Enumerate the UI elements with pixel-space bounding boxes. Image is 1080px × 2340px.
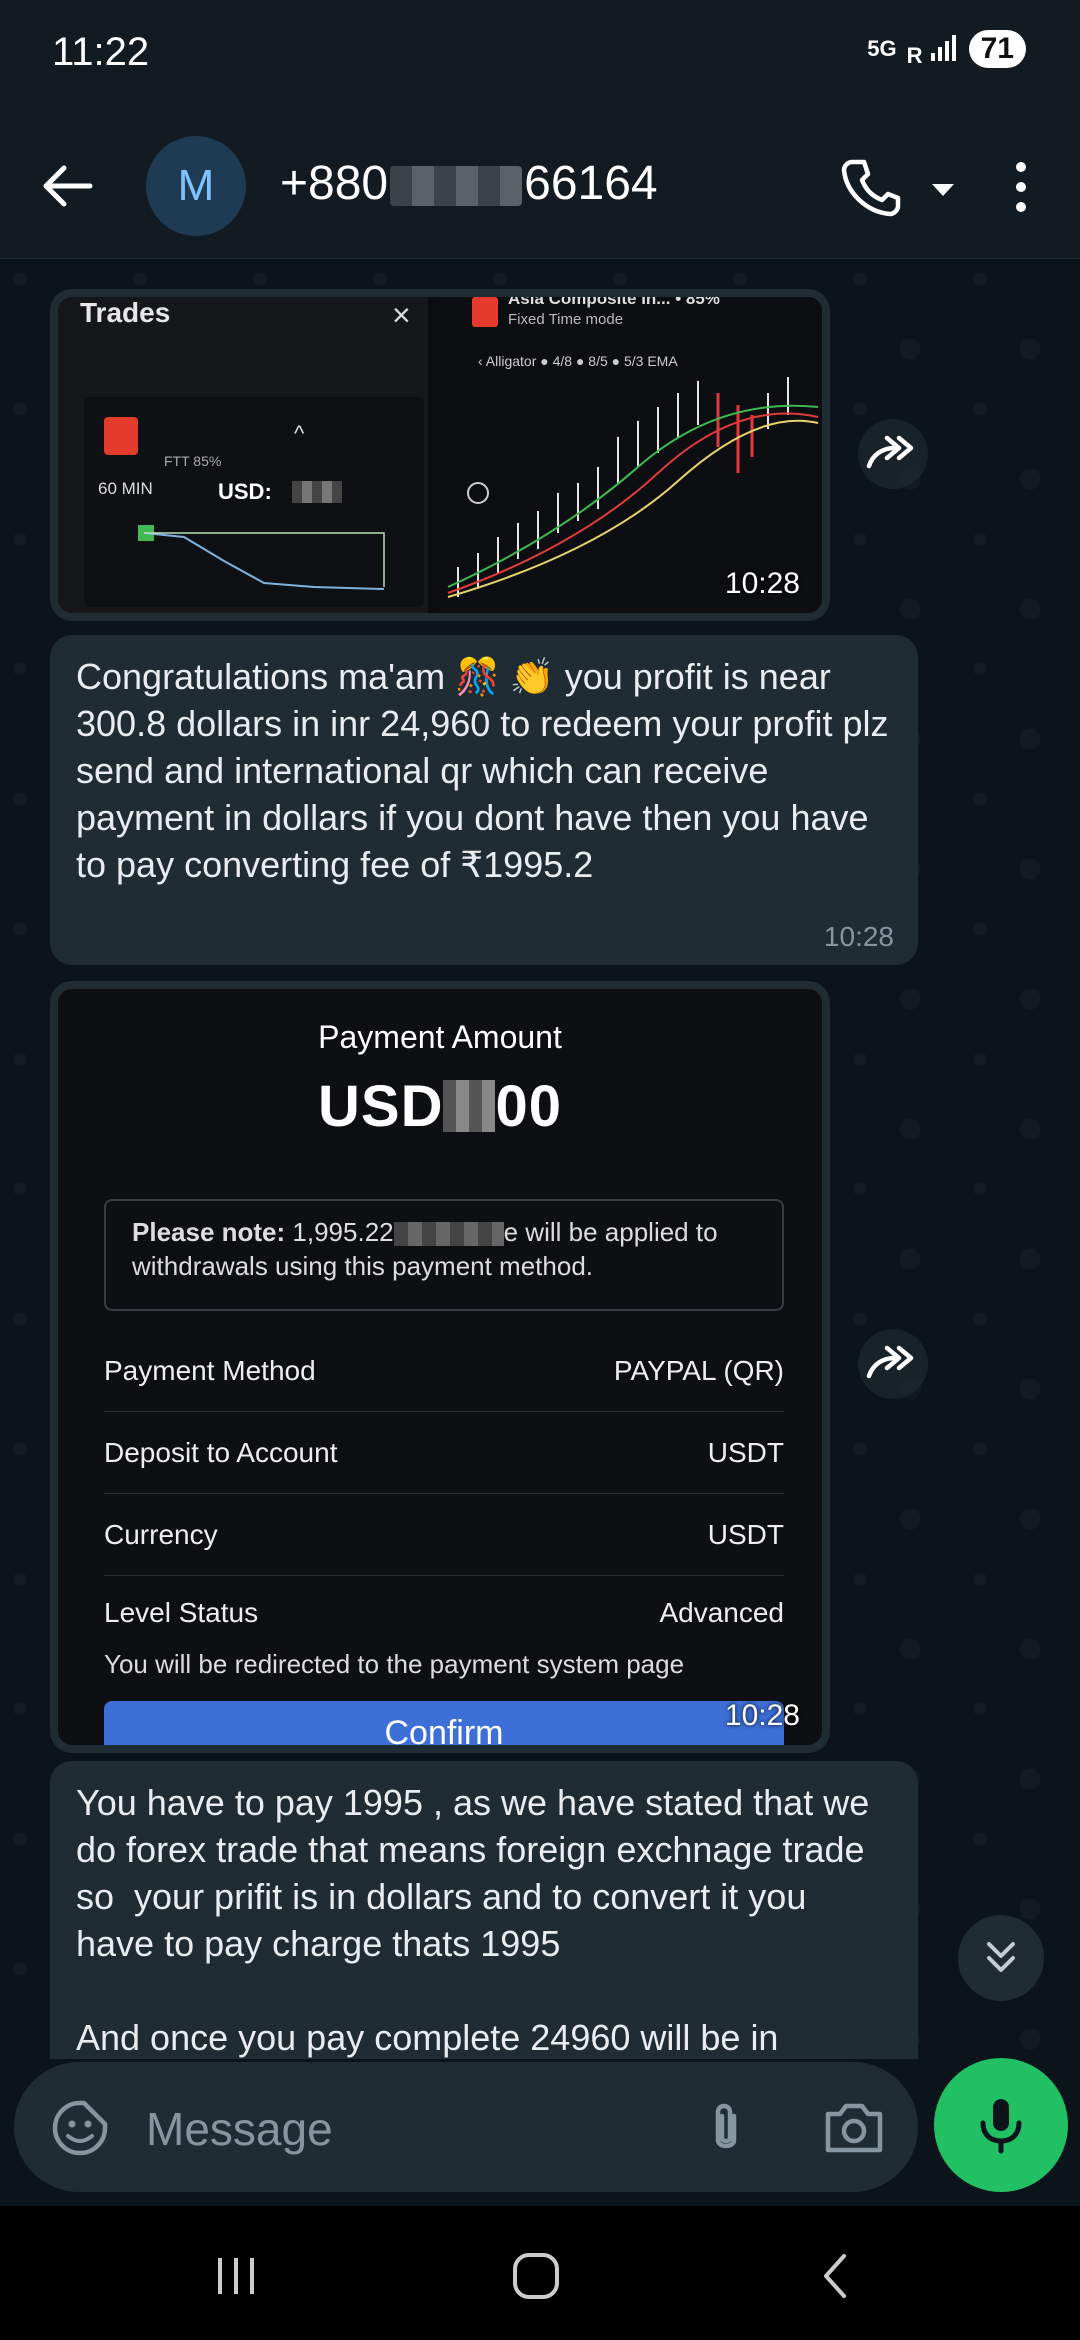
system-nav-bar [0,2206,1080,2340]
status-bar: 11:22 5G R 71 [0,0,1080,112]
text-message[interactable]: You have to pay 1995 , as we have stated… [50,1761,918,2059]
battery-icon: 71 [968,30,1026,68]
trade-line-graph [143,532,385,590]
home-icon[interactable] [506,2246,566,2306]
message-input[interactable] [144,2096,688,2162]
network-type-icon: 5G [867,36,897,61]
chat-area[interactable]: Trades × ^ FTT 85% 60 MIN USD: Asia Comp… [0,259,1080,2059]
message-text: Congratulations ma'am 🎊 👏 you profit is … [76,656,899,885]
more-vert-icon[interactable] [996,152,1046,222]
redirect-note: You will be redirected to the payment sy… [104,1649,685,1679]
image-message-payment[interactable]: Payment Amount USD 00 Please note: 1,995.… [50,981,830,1753]
back-arrow-icon[interactable] [36,154,100,218]
trades-panel: Trades × ^ FTT 85% 60 MIN USD: [58,297,428,613]
camera-icon[interactable] [822,2098,886,2158]
message-composer [14,2062,918,2192]
contact-name[interactable]: +880 66164 [280,156,658,211]
payment-amount-label: Payment Amount [318,1019,562,1055]
candlestick-panel: Asia Composite In... • 85% Fixed Time mo… [438,297,822,613]
confirm-button: Confirm [104,1701,784,1745]
payment-note: Please note: 1,995.22 e will be applied t… [104,1199,784,1311]
redacted-number [390,166,523,207]
image-message-trades[interactable]: Trades × ^ FTT 85% 60 MIN USD: Asia Comp… [50,289,830,621]
trade-card: ^ FTT 85% 60 MIN USD: [84,397,424,607]
trades-title: Trades [80,297,171,328]
mic-icon[interactable] [934,2058,1068,2192]
payment-row: Payment Method PAYPAL (QR) [104,1331,784,1412]
avatar[interactable]: M [146,136,246,236]
call-icon[interactable] [836,152,906,222]
nav-back-icon[interactable] [806,2246,866,2306]
payment-row: Currency USDT [104,1495,784,1576]
payment-amount: USD 00 [318,1074,562,1139]
forward-icon[interactable] [858,1329,928,1399]
recent-apps-icon[interactable] [206,2246,266,2306]
chat-header: M +880 66164 [0,112,1080,259]
message-text: You have to pay 1995 , as we have stated… [76,1782,870,2058]
attach-icon[interactable] [696,2096,756,2160]
sticker-icon[interactable] [50,2098,110,2158]
status-time: 11:22 [52,30,150,74]
redacted-amount [443,1080,496,1132]
close-icon: × [392,297,411,333]
system-icons: 5G R 71 [867,30,1026,68]
trades-screenshot: Trades × ^ FTT 85% 60 MIN USD: Asia Comp… [58,297,822,613]
candlestick-chart [447,377,819,598]
text-message[interactable]: Congratulations ma'am 🎊 👏 you profit is … [50,635,918,965]
redacted-note [393,1222,504,1247]
chevron-down-icon[interactable] [918,170,968,210]
payment-screenshot: Payment Amount USD 00 Please note: 1,995.… [58,989,822,1745]
message-time: 10:28 [823,921,894,952]
payment-row: Deposit to Account USDT [104,1413,784,1494]
payment-row: Level Status Advanced [104,1597,784,1628]
double-chevron-down-icon[interactable] [958,1915,1044,2001]
message-time: 10:28 [724,1699,800,1732]
forward-icon[interactable] [858,419,928,489]
signal-icon: R [907,33,959,66]
message-time: 10:28 [724,567,800,600]
